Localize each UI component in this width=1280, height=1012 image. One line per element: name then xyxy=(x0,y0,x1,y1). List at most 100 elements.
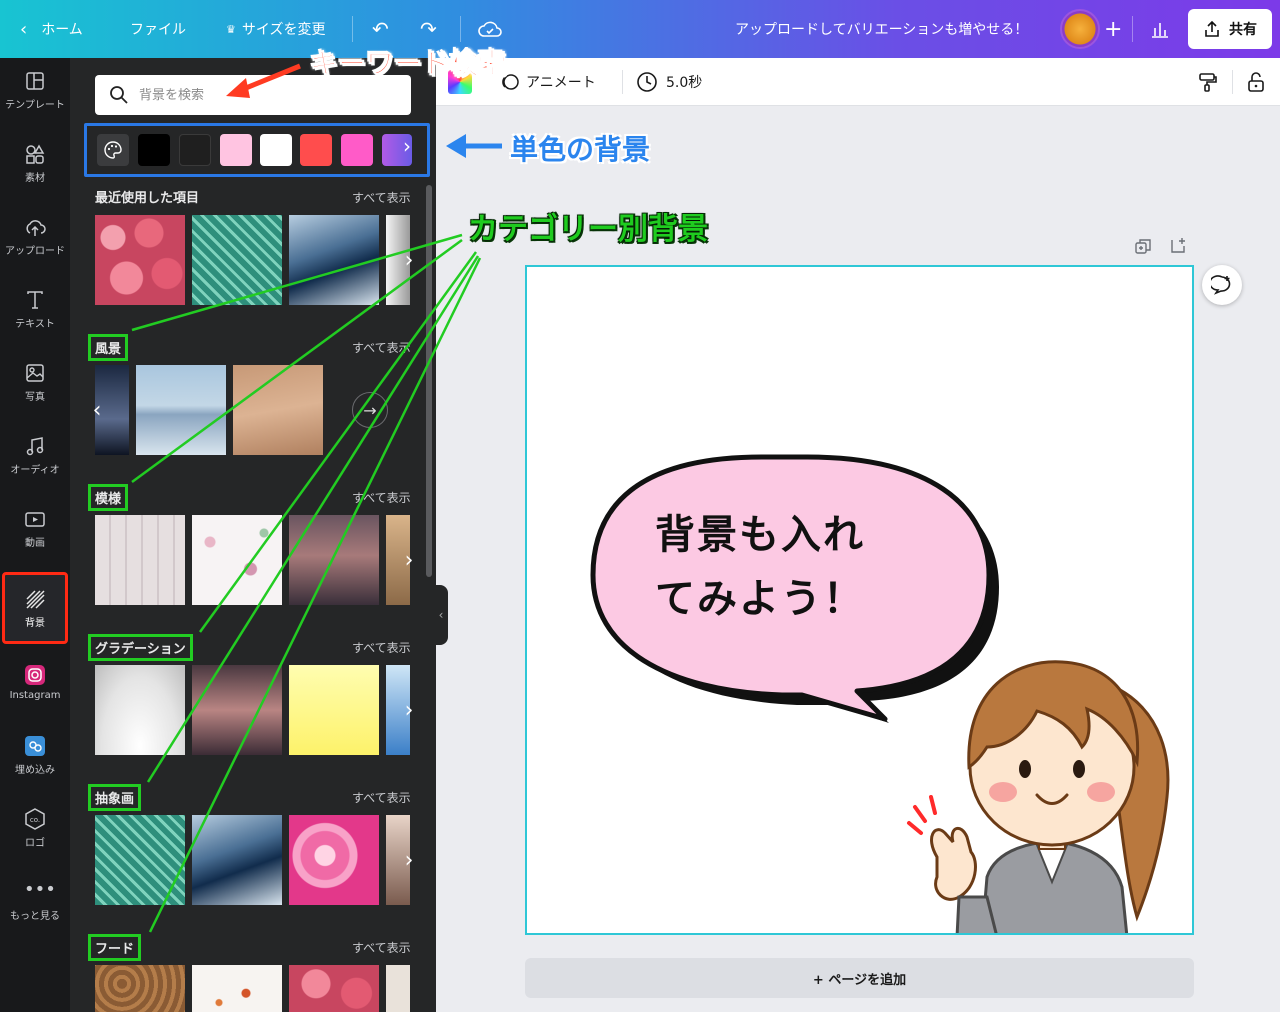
bubble-text-line2: てみよう！ xyxy=(655,576,865,622)
comment-icon xyxy=(1211,275,1231,295)
collapse-panel-button[interactable]: ‹ xyxy=(434,585,448,645)
annotation-category-background: カテゴリー別背景 xyxy=(468,212,708,247)
nav-item-embed[interactable]: 埋め込み xyxy=(0,723,70,787)
logo-icon: co. xyxy=(25,807,45,830)
thumbnail-mountains[interactable] xyxy=(136,365,226,455)
clock-icon xyxy=(637,72,657,92)
duration-button[interactable]: 5.0秒 xyxy=(636,58,702,106)
nav-item-background[interactable]: 背景 xyxy=(0,576,70,640)
nav-item-instagram[interactable]: Instagram xyxy=(0,650,70,714)
thumbnail-ocean[interactable] xyxy=(289,215,379,305)
upload-icon xyxy=(26,219,46,236)
thumbnail-flower-pattern[interactable] xyxy=(192,515,282,605)
show-all-link[interactable]: すべて表示 xyxy=(352,489,411,506)
search-input[interactable] xyxy=(139,87,359,103)
chevron-right-icon[interactable]: › xyxy=(398,515,420,605)
divider xyxy=(352,16,353,42)
nav-item-more[interactable]: ••• もっと見る xyxy=(0,869,70,933)
thumbnail-green-pattern[interactable] xyxy=(95,815,185,905)
nav-item-uploads[interactable]: アップロード xyxy=(0,204,70,268)
annotation-keyword-search: キーワード検索 xyxy=(309,47,507,81)
color-swatch[interactable] xyxy=(138,134,170,166)
share-icon xyxy=(1205,20,1219,37)
home-button[interactable]: ‹ ホーム xyxy=(20,0,83,58)
chevron-right-icon[interactable]: › xyxy=(398,815,420,905)
color-swatch[interactable] xyxy=(179,134,211,166)
crown-icon: ♛ xyxy=(226,22,236,36)
thumbnail-spices[interactable] xyxy=(192,965,282,1012)
thumbnail-desert[interactable] xyxy=(233,365,323,455)
nav-item-text[interactable]: テキスト xyxy=(0,277,70,341)
nav-item-photos[interactable]: 写真 xyxy=(0,350,70,414)
color-swatch[interactable] xyxy=(260,134,292,166)
thumbnail-mauve-gradient[interactable] xyxy=(192,665,282,755)
thumbnail-lychee[interactable] xyxy=(289,965,379,1012)
color-swatch[interactable] xyxy=(341,134,373,166)
annotation-solid-background: 単色の背景 xyxy=(510,133,651,166)
thumbnail-lychee[interactable] xyxy=(95,215,185,305)
chevron-left-icon[interactable]: ‹ xyxy=(86,365,108,455)
design-canvas[interactable]: 背景も入れ てみよう！ xyxy=(525,265,1194,935)
chevron-right-icon[interactable]: › xyxy=(398,215,420,305)
lock-icon[interactable] xyxy=(1246,58,1266,106)
nav-item-elements[interactable]: 素材 xyxy=(0,131,70,195)
upgrade-text[interactable]: アップロードしてバリエーションも増やせる！ xyxy=(735,0,1028,58)
thumbnail-white-gradient[interactable] xyxy=(95,665,185,755)
show-all-link[interactable]: すべて表示 xyxy=(352,789,411,806)
bubble-text-line1: 背景も入れ xyxy=(655,512,865,558)
background-icon xyxy=(26,589,45,609)
chevron-right-icon[interactable]: › xyxy=(398,665,420,755)
chevron-right-icon[interactable]: › xyxy=(403,134,411,158)
add-collaborator-icon[interactable]: + xyxy=(1104,0,1122,58)
color-palette-button[interactable] xyxy=(97,134,129,166)
text-icon xyxy=(27,290,43,309)
audio-icon xyxy=(26,436,44,455)
nav-item-logo[interactable]: co. ロゴ xyxy=(0,796,70,860)
add-page-icon[interactable] xyxy=(1170,236,1188,258)
panel-scrollbar[interactable] xyxy=(426,185,432,577)
nav-label: テキスト xyxy=(15,318,55,330)
thumbnail-partial[interactable] xyxy=(386,965,410,1012)
add-comment-button[interactable] xyxy=(1202,265,1242,305)
nav-item-audio[interactable]: オーディオ xyxy=(0,423,70,487)
nav-label: 素材 xyxy=(25,172,45,184)
show-all-link[interactable]: すべて表示 xyxy=(352,939,411,956)
file-menu[interactable]: ファイル xyxy=(130,0,186,58)
nav-label: 動画 xyxy=(25,537,45,549)
nav-label: 写真 xyxy=(25,391,45,403)
share-button[interactable]: 共有 xyxy=(1188,9,1272,49)
thumbnail-yellow-gradient[interactable] xyxy=(289,665,379,755)
resize-label: サイズを変更 xyxy=(241,22,326,38)
nav-label: オーディオ xyxy=(10,464,60,476)
duplicate-page-icon[interactable] xyxy=(1134,238,1152,260)
color-swatch[interactable] xyxy=(220,134,252,166)
chevron-left-icon: ‹ xyxy=(438,608,444,622)
section-title-abstract: 抽象画 xyxy=(88,784,142,811)
thumbnail-nuts[interactable] xyxy=(95,965,185,1012)
duration-label: 5.0秒 xyxy=(666,75,703,91)
divider xyxy=(1232,70,1233,94)
insights-icon[interactable] xyxy=(1150,0,1170,58)
show-all-link[interactable]: すべて表示 xyxy=(352,639,411,656)
show-all-link[interactable]: すべて表示 xyxy=(352,339,411,356)
nav-label: アップロード xyxy=(5,245,65,257)
color-swatch[interactable] xyxy=(300,134,332,166)
section-title-recent: 最近使用した項目 xyxy=(95,191,200,206)
template-icon xyxy=(26,71,44,90)
arrow-right-icon[interactable]: → xyxy=(352,392,388,428)
palette-icon xyxy=(104,141,122,159)
divider xyxy=(622,70,623,94)
nav-item-templates[interactable]: テンプレート xyxy=(0,58,70,122)
nav-item-video[interactable]: 動画 xyxy=(0,496,70,560)
add-page-button[interactable]: + ページを追加 xyxy=(525,958,1194,998)
thumbnail-pink-swirl[interactable] xyxy=(289,815,379,905)
nav-label: 埋め込み xyxy=(15,764,55,776)
thumbnail-green-pattern[interactable] xyxy=(192,215,282,305)
thumbnail-dusk[interactable] xyxy=(289,515,379,605)
animate-button[interactable]: アニメート xyxy=(500,58,596,106)
thumbnail-floral-pattern[interactable] xyxy=(95,515,185,605)
paint-format-icon[interactable] xyxy=(1196,58,1218,106)
avatar[interactable] xyxy=(1060,9,1100,49)
show-all-link[interactable]: すべて表示 xyxy=(352,189,411,206)
thumbnail-ocean[interactable] xyxy=(192,815,282,905)
